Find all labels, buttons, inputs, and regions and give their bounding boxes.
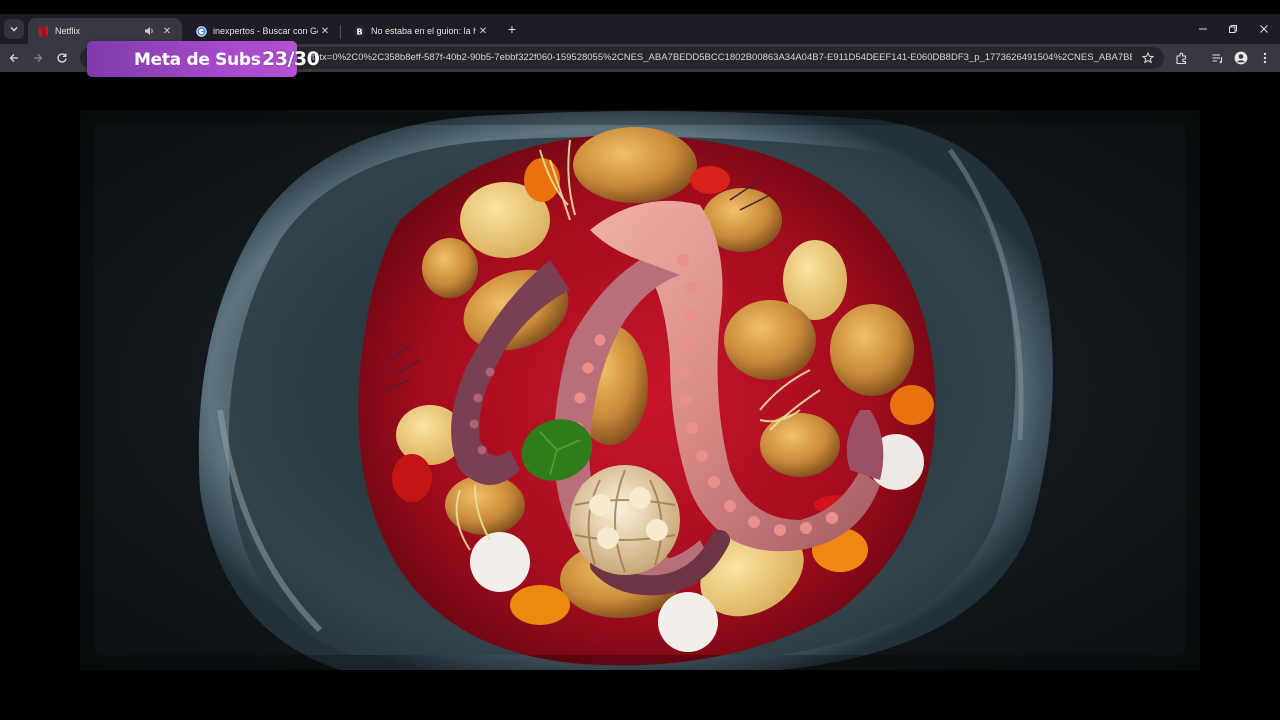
overlay-count: 23/30 (262, 48, 320, 70)
restore-button[interactable] (1218, 20, 1248, 38)
google-icon (196, 25, 207, 37)
video-player[interactable] (80, 110, 1200, 670)
tab-strip: Netflix ✕ inexpertos - Buscar con Google… (0, 14, 1280, 44)
forward-button[interactable] (30, 50, 46, 66)
close-tab-icon[interactable]: ✕ (160, 26, 174, 37)
overlay-label: Meta de Subs (134, 50, 261, 70)
arrow-left-icon (9, 54, 18, 62)
minimize-icon (1199, 28, 1207, 30)
media-control-icon[interactable] (1209, 50, 1225, 66)
tab-title: Netflix (55, 26, 81, 36)
arrow-right-icon (34, 54, 43, 62)
back-button[interactable] (6, 50, 22, 66)
subscriber-goal-overlay: Meta de Subs 23/30 (87, 41, 320, 77)
video-frame-image (80, 110, 1200, 670)
netflix-icon (38, 25, 49, 37)
menu-kebab-icon[interactable] (1257, 50, 1273, 66)
tab-article[interactable]: B No estaba en el guion: la histo ✕ (344, 18, 498, 44)
tab-separator (340, 25, 341, 39)
site-icon: B (354, 26, 365, 37)
restore-icon (1229, 25, 1237, 33)
reload-icon (57, 53, 67, 63)
reload-button[interactable] (54, 50, 70, 66)
url-text[interactable]: tctx=0%2C0%2C358b8eff-587f-40b2-90b5-7eb… (312, 52, 1132, 64)
new-tab-button[interactable]: + (504, 21, 520, 37)
profile-avatar-icon[interactable] (1233, 50, 1249, 66)
tab-search-button[interactable] (4, 19, 24, 39)
close-icon (1260, 25, 1268, 33)
tab-title: inexpertos - Buscar con Google (213, 26, 318, 36)
close-window-button[interactable] (1249, 20, 1279, 38)
svg-text:B: B (356, 27, 362, 36)
bookmark-star-icon[interactable] (1140, 50, 1156, 66)
close-tab-icon[interactable]: ✕ (318, 26, 332, 37)
close-tab-icon[interactable]: ✕ (476, 26, 490, 37)
speaker-icon[interactable] (142, 26, 156, 36)
extensions-icon[interactable] (1173, 50, 1189, 66)
tab-title: No estaba en el guion: la histo (371, 26, 476, 36)
minimize-button[interactable] (1188, 20, 1218, 38)
chevron-down-icon (10, 27, 18, 32)
